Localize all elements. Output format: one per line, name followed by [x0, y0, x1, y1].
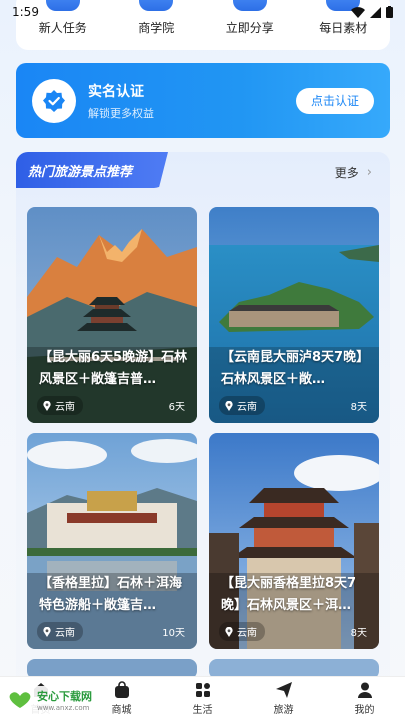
grid-icon [195, 683, 210, 697]
tab-label: 商城 [111, 705, 132, 716]
verified-shield-icon [43, 89, 65, 112]
duration-label: 8天 [350, 628, 367, 639]
location-pill: 云南 [219, 396, 265, 415]
tour-card-title: 【云南昆大丽泸8天7晚】石林风景区＋敞… [221, 350, 370, 387]
location-label: 云南 [55, 402, 75, 413]
location-pill: 云南 [37, 622, 83, 641]
location-label: 云南 [237, 628, 257, 639]
tab-life[interactable]: 生活 [173, 681, 233, 716]
tour-card-title: 【昆大丽香格里拉8天7晚】石林风景区＋洱… [221, 576, 357, 613]
location-pin-icon [43, 400, 51, 411]
tab-label: 旅游 [273, 705, 294, 716]
tour-card-title: 【昆大丽6天5晚游】石林风景区＋敞篷吉普… [39, 350, 188, 387]
location-label: 云南 [237, 402, 257, 413]
duration-label: 8天 [350, 402, 367, 413]
tab-label: 我的 [354, 705, 375, 716]
duration-label: 6天 [168, 402, 185, 413]
watermark-logo-icon [9, 692, 31, 708]
tab-label: 生活 [192, 705, 213, 716]
status-bar: 1:59 [0, 0, 405, 24]
paper-plane-icon [275, 682, 292, 698]
signal-icon [370, 6, 381, 18]
more-link[interactable]: 更多 › [335, 164, 372, 181]
status-icons [351, 6, 393, 18]
person-icon [357, 682, 372, 698]
location-pill: 云南 [37, 396, 83, 415]
section-title-tag: 热门旅游景点推荐 [16, 152, 168, 188]
location-pin-icon [225, 400, 233, 411]
verify-title: 实名认证 [88, 83, 144, 100]
watermark-url: www.anxz.com [37, 704, 90, 712]
verify-button[interactable]: 点击认证 [296, 87, 374, 114]
shop-bag-icon [114, 681, 129, 698]
duration-label: 10天 [162, 628, 185, 639]
tour-card[interactable]: 【昆大丽6天5晚游】石林风景区＋敞篷吉普… 云南 6天 [27, 207, 197, 423]
location-pin-icon [225, 626, 233, 637]
tour-card-title: 【香格里拉】石林＋洱海特色游船＋敞篷吉… [39, 576, 183, 613]
more-label: 更多 [334, 166, 359, 180]
section-title: 热门旅游景点推荐 [28, 164, 133, 180]
site-watermark: 安心下载网 www.anxz.com [2, 686, 96, 714]
tab-travel[interactable]: 旅游 [254, 681, 314, 716]
battery-icon [386, 6, 393, 18]
location-pin-icon [43, 626, 51, 637]
location-label: 云南 [55, 628, 75, 639]
wifi-icon [351, 6, 365, 18]
tab-shop[interactable]: 商城 [92, 681, 152, 716]
verify-badge [32, 78, 76, 123]
tour-card[interactable]: 【云南昆大丽泸8天7晚】石林风景区＋敞… 云南 8天 [209, 207, 379, 423]
location-pill: 云南 [219, 622, 265, 641]
tab-mine[interactable]: 我的 [335, 681, 395, 716]
status-time: 1:59 [12, 5, 39, 19]
verify-subtitle: 解锁更多权益 [88, 106, 154, 120]
hot-destinations-section: 热门旅游景点推荐 更多 › 【昆大丽6天5晚游】石林风景区＋敞篷吉普… 云南 6… [16, 152, 390, 712]
watermark-text: 安心下载网 [37, 690, 92, 703]
tour-card[interactable]: 【昆大丽香格里拉8天7晚】石林风景区＋洱… 云南 8天 [209, 433, 379, 649]
real-name-verify-banner[interactable]: 实名认证 解锁更多权益 点击认证 [16, 63, 390, 138]
tour-card[interactable]: 【香格里拉】石林＋洱海特色游船＋敞篷吉… 云南 10天 [27, 433, 197, 649]
chevron-right-icon: › [366, 165, 372, 180]
